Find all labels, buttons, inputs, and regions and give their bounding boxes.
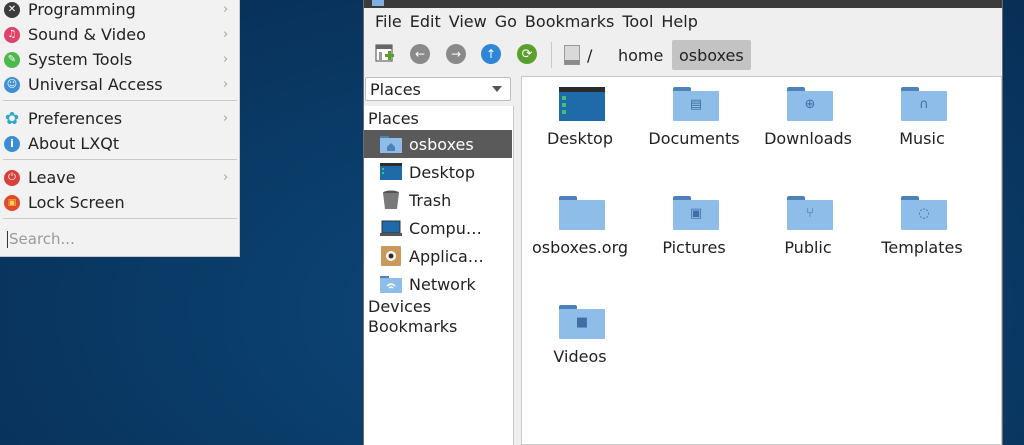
music-folder-icon: ∩ bbox=[901, 87, 947, 121]
file-item-documents[interactable]: ▤ Documents bbox=[638, 77, 750, 177]
file-item-music[interactable]: ∩ Music bbox=[866, 77, 978, 177]
chevron-right-icon: › bbox=[223, 170, 229, 185]
preferences-icon: ✿ bbox=[4, 108, 20, 129]
network-folder-icon bbox=[380, 274, 402, 294]
toolbar-separator bbox=[551, 42, 552, 68]
universal-access-icon: ☺ bbox=[4, 76, 20, 93]
trash-icon bbox=[380, 190, 402, 210]
desktop-folder-icon bbox=[559, 87, 605, 121]
leave-icon: ⏻ bbox=[4, 169, 20, 186]
path-crumb-home[interactable]: home bbox=[618, 40, 663, 70]
menu-item-about-lxqt[interactable]: i About LXQt bbox=[0, 131, 239, 156]
menu-edit[interactable]: Edit bbox=[410, 12, 441, 31]
text-cursor bbox=[7, 230, 8, 248]
place-desktop[interactable]: Desktop bbox=[364, 158, 512, 186]
forward-arrow-icon[interactable]: → bbox=[446, 44, 466, 64]
menu-tool[interactable]: Tool bbox=[622, 12, 653, 31]
folder-icon bbox=[559, 196, 605, 230]
place-trash[interactable]: Trash bbox=[364, 186, 512, 214]
file-item-desktop[interactable]: Desktop bbox=[524, 77, 636, 177]
menu-item-leave[interactable]: ⏻ Leave › bbox=[0, 165, 239, 190]
file-item-downloads[interactable]: ⊕ Downloads bbox=[752, 77, 864, 177]
place-computer[interactable]: Compu… bbox=[364, 214, 512, 242]
sound-video-icon: ♫ bbox=[4, 26, 20, 43]
dropdown-arrow-icon bbox=[492, 86, 502, 92]
menu-view[interactable]: View bbox=[449, 12, 487, 31]
menu-separator bbox=[3, 159, 237, 160]
new-window-icon[interactable] bbox=[375, 44, 395, 64]
computer-icon bbox=[380, 218, 402, 238]
file-item-videos[interactable]: ■ Videos bbox=[524, 295, 636, 395]
lock-icon: ▣ bbox=[4, 194, 20, 211]
pictures-folder-icon: ▣ bbox=[673, 196, 719, 230]
places-side-panel: Places osboxes Desktop Trash Compu… Appl… bbox=[364, 106, 514, 445]
about-icon: i bbox=[4, 135, 20, 152]
desktop-icon bbox=[380, 162, 402, 182]
file-item-templates[interactable]: ◌ Templates bbox=[866, 186, 978, 286]
downloads-folder-icon: ⊕ bbox=[787, 87, 833, 121]
menu-item-preferences[interactable]: ✿ Preferences › bbox=[0, 106, 239, 131]
documents-folder-icon: ▤ bbox=[673, 87, 719, 121]
menu-search-input[interactable]: Search... bbox=[7, 228, 233, 250]
place-applications[interactable]: Applica… bbox=[364, 242, 512, 270]
file-item-pictures[interactable]: ▣ Pictures bbox=[638, 186, 750, 286]
application-menu: ✕ Programming › ♫ Sound & Video › ✎ Syst… bbox=[0, 0, 240, 257]
back-arrow-icon[interactable]: ← bbox=[410, 44, 430, 64]
templates-folder-icon: ◌ bbox=[901, 196, 947, 230]
menu-go[interactable]: Go bbox=[495, 12, 517, 31]
title-bar[interactable] bbox=[364, 0, 1002, 8]
videos-folder-icon: ■ bbox=[559, 305, 605, 339]
file-item-osboxes-org[interactable]: osboxes.org bbox=[524, 186, 636, 286]
menu-separator bbox=[3, 218, 237, 219]
chevron-right-icon: › bbox=[223, 111, 229, 126]
file-manager-window: File Edit View Go Bookmarks Tool Help ← … bbox=[363, 0, 1003, 445]
place-osboxes[interactable]: osboxes bbox=[364, 130, 512, 158]
public-folder-icon: ⑂ bbox=[787, 196, 833, 230]
menu-item-lock-screen[interactable]: ▣ Lock Screen bbox=[0, 190, 239, 215]
toolbar: ← → ↑ ⟳ / home osboxes bbox=[364, 36, 1002, 72]
programming-icon: ✕ bbox=[4, 1, 20, 18]
menu-help[interactable]: Help bbox=[661, 12, 697, 31]
bookmarks-header[interactable]: Bookmarks bbox=[368, 317, 457, 336]
path-root-button[interactable]: / bbox=[587, 40, 592, 70]
chevron-right-icon: › bbox=[223, 27, 229, 42]
applications-icon bbox=[380, 246, 402, 266]
window-icon bbox=[372, 0, 384, 6]
menu-bar: File Edit View Go Bookmarks Tool Help bbox=[364, 9, 702, 33]
folder-view[interactable]: Desktop ▤ Documents ⊕ Downloads ∩ Music … bbox=[521, 76, 1002, 445]
menu-item-programming[interactable]: ✕ Programming › bbox=[0, 0, 239, 22]
menu-separator bbox=[3, 100, 237, 101]
up-arrow-icon[interactable]: ↑ bbox=[481, 44, 501, 64]
menu-item-sound-video[interactable]: ♫ Sound & Video › bbox=[0, 22, 239, 47]
menu-file[interactable]: File bbox=[375, 12, 402, 31]
side-pane-mode-select[interactable]: Places bbox=[365, 77, 511, 101]
chevron-right-icon: › bbox=[223, 52, 229, 67]
system-tools-icon: ✎ bbox=[4, 51, 20, 68]
menu-item-universal-access[interactable]: ☺ Universal Access › bbox=[0, 72, 239, 97]
menu-item-system-tools[interactable]: ✎ System Tools › bbox=[0, 47, 239, 72]
menu-bookmarks[interactable]: Bookmarks bbox=[525, 12, 614, 31]
chevron-right-icon: › bbox=[223, 77, 229, 92]
drive-icon bbox=[564, 45, 580, 65]
places-header[interactable]: Places bbox=[368, 109, 419, 128]
place-network[interactable]: Network bbox=[364, 270, 512, 298]
devices-header[interactable]: Devices bbox=[368, 297, 431, 316]
reload-icon[interactable]: ⟳ bbox=[517, 44, 537, 64]
chevron-right-icon: › bbox=[223, 2, 229, 17]
path-crumb-osboxes[interactable]: osboxes bbox=[672, 40, 751, 70]
file-item-public[interactable]: ⑂ Public bbox=[752, 186, 864, 286]
home-folder-icon bbox=[380, 134, 402, 154]
